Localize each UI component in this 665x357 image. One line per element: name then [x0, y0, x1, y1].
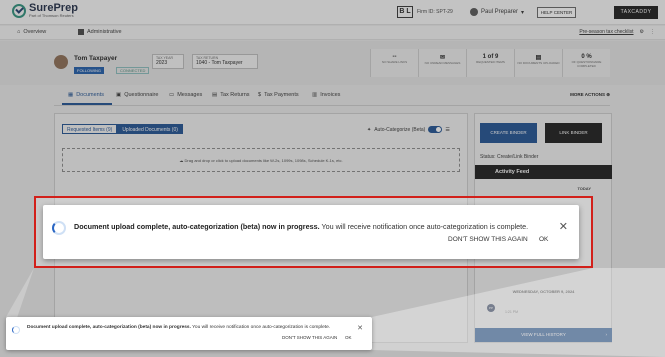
loading-spinner-icon: [12, 326, 20, 334]
loading-spinner-icon: [52, 221, 66, 235]
upload-toast-zoomed: Document upload complete, auto-categoriz…: [43, 205, 579, 259]
close-icon[interactable]: ✕: [559, 220, 568, 233]
ok-button[interactable]: OK: [539, 236, 548, 243]
dont-show-again-button[interactable]: DON'T SHOW THIS AGAIN: [448, 236, 528, 243]
toast-message: Document upload complete, auto-categoriz…: [74, 222, 528, 231]
ok-button[interactable]: OK: [345, 335, 352, 340]
close-icon[interactable]: ✕: [357, 324, 363, 332]
toast-message: Document upload complete, auto-categoriz…: [27, 325, 330, 330]
toast-message-rest: You will receive notification once auto-…: [319, 222, 529, 231]
upload-toast: Document upload complete, auto-categoriz…: [6, 317, 372, 350]
toast-message-rest: You will receive notification once auto-…: [190, 325, 331, 330]
toast-message-bold: Document upload complete, auto-categoriz…: [27, 325, 191, 330]
dont-show-again-button[interactable]: DON'T SHOW THIS AGAIN: [282, 335, 337, 340]
toast-message-bold: Document upload complete, auto-categoriz…: [74, 222, 320, 231]
screen-dim-overlay: [0, 0, 665, 357]
